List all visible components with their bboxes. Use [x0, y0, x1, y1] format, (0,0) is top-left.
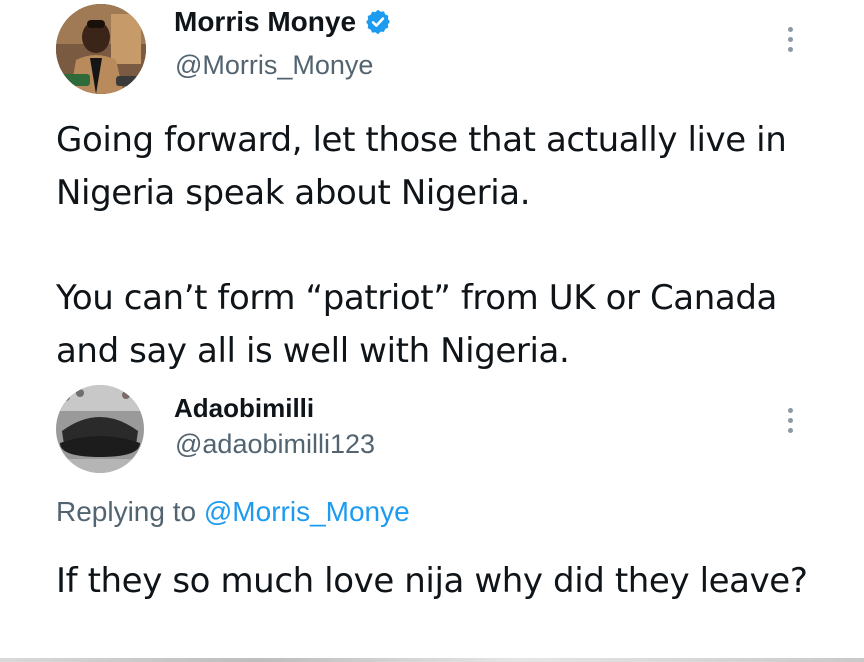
author-handle[interactable]: @adaobimilli123 — [175, 429, 375, 460]
avatar[interactable] — [56, 4, 146, 94]
avatar-photo — [56, 4, 146, 94]
tweet-text-paragraph: You can’t form “patriot” from UK or Cana… — [56, 278, 777, 371]
author-name-row: Morris Monye — [174, 6, 392, 38]
author-name-row: Adaobimilli — [174, 393, 314, 424]
author-handle[interactable]: @Morris_Monye — [175, 50, 373, 81]
reply-tweet: Adaobimilli @adaobimilli123 Replying to … — [0, 385, 864, 662]
tweet-text-paragraph: Going forward, let those that actually l… — [56, 120, 787, 213]
avatar[interactable] — [56, 385, 144, 473]
author-display-name[interactable]: Adaobimilli — [174, 393, 314, 424]
verified-badge-icon — [364, 8, 392, 36]
avatar-photo — [56, 385, 144, 473]
more-options-icon[interactable] — [785, 27, 795, 52]
tweet-text: If they so much love nija why did they l… — [56, 561, 808, 601]
divider — [0, 658, 864, 662]
replying-to: Replying to @Morris_Monye — [56, 496, 410, 528]
replying-to-mention-link[interactable]: @Morris_Monye — [204, 496, 410, 527]
more-options-icon[interactable] — [785, 408, 795, 433]
main-tweet: Morris Monye @Morris_Monye Going forward… — [0, 0, 864, 385]
replying-to-label: Replying to — [56, 496, 204, 527]
author-display-name[interactable]: Morris Monye — [174, 6, 356, 38]
